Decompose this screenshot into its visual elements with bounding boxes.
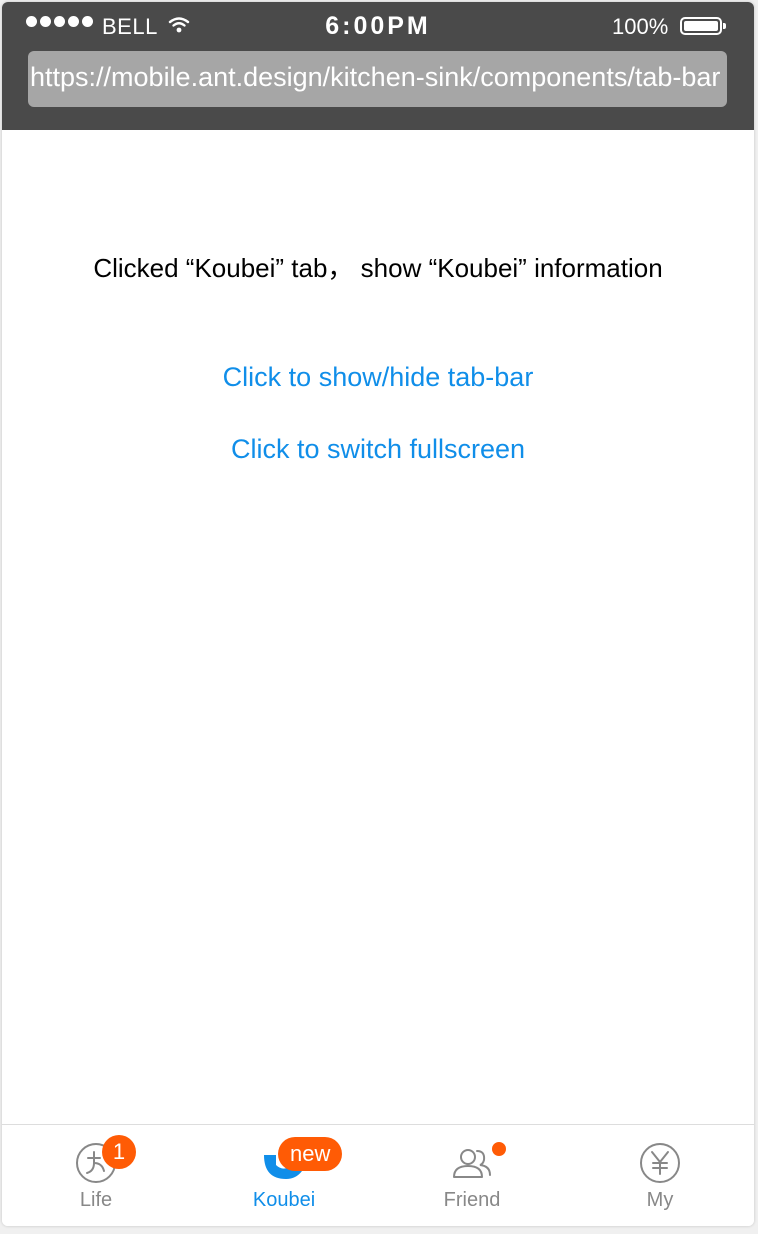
koubei-new-badge: new xyxy=(278,1137,343,1171)
tab-my-label: My xyxy=(646,1189,674,1211)
url-text: https://mobile.ant.design/kitchen-sink/c… xyxy=(30,62,721,92)
tab-friend-label: Friend xyxy=(443,1189,501,1211)
tab-info-text: Clicked “Koubei” tab， show “Koubei” info… xyxy=(93,253,663,283)
status-bar: BELL 6:00PM 100% xyxy=(2,2,754,50)
tab-koubei-label: Koubei xyxy=(252,1189,316,1211)
tab-friend[interactable]: Friend xyxy=(378,1125,566,1226)
tab-bar: 1 Life new Koubei Friend My xyxy=(2,1124,754,1226)
tab-koubei[interactable]: new Koubei xyxy=(190,1125,378,1226)
yen-icon xyxy=(638,1141,682,1185)
phone-screen: BELL 6:00PM 100% https://mobile.ant.desi… xyxy=(2,2,754,1226)
tab-life-label: Life xyxy=(79,1189,113,1211)
tab-my[interactable]: My xyxy=(566,1125,754,1226)
life-badge: 1 xyxy=(102,1135,136,1169)
toggle-tabbar-link[interactable]: Click to show/hide tab-bar xyxy=(2,362,754,393)
switch-fullscreen-link[interactable]: Click to switch fullscreen xyxy=(2,434,754,465)
address-bar[interactable]: https://mobile.ant.design/kitchen-sink/c… xyxy=(28,51,727,107)
battery-percentage: 100% xyxy=(612,14,669,39)
friend-dot-badge xyxy=(492,1142,506,1156)
friend-icon xyxy=(450,1141,494,1185)
tab-life[interactable]: 1 Life xyxy=(2,1125,190,1226)
browser-header: BELL 6:00PM 100% https://mobile.ant.desi… xyxy=(2,2,754,130)
tab-content: Clicked “Koubei” tab， show “Koubei” info… xyxy=(2,130,754,1124)
battery-icon xyxy=(680,17,726,35)
